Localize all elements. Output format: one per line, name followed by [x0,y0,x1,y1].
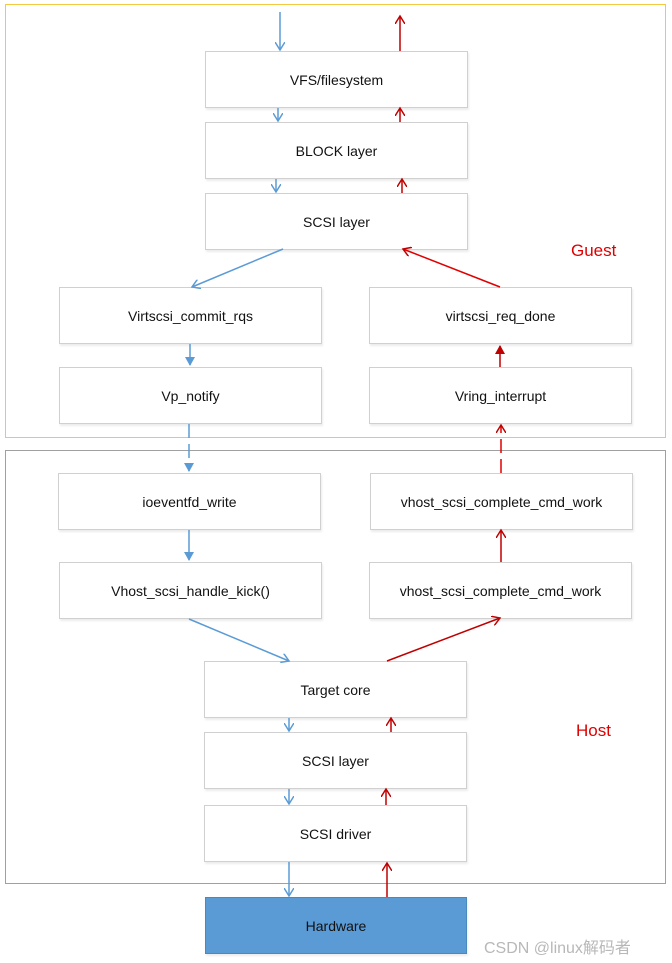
arrows-layer [184,12,672,963]
arrow-reqdone-to-scsi [403,249,501,288]
arrow-kick-to-target [188,618,289,661]
arrow-target-to-complete [386,618,500,662]
arrow-scsi-to-commit [192,248,284,287]
